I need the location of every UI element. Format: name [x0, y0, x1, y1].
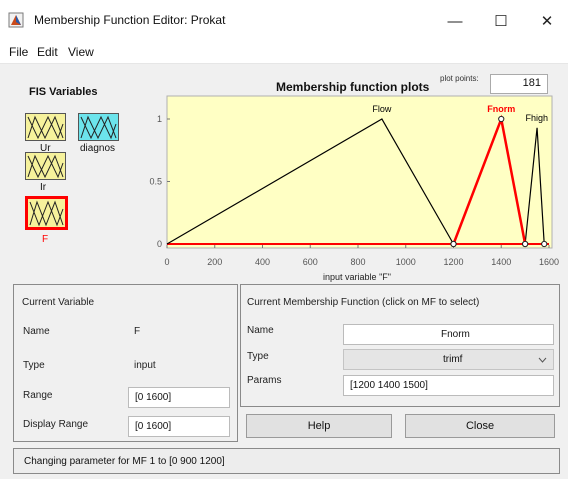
display-range-label: Display Range	[23, 419, 89, 430]
mf-peak-marker	[498, 115, 505, 123]
mf-vertex-marker	[450, 240, 457, 248]
x-tick-label: 1600	[539, 257, 559, 267]
mf-label-fnorm: Fnorm	[487, 104, 515, 114]
x-tick-label: 800	[350, 257, 365, 267]
status-bar: Changing parameter for MF 1 to [0 900 12…	[13, 448, 560, 474]
mf-editor-window: Membership Function Editor: Prokat — ☐ ✕…	[0, 0, 568, 479]
variable-type-value: input	[134, 360, 156, 371]
x-tick-label: 600	[303, 257, 318, 267]
x-tick-label: 1000	[396, 257, 416, 267]
current-variable-header: Current Variable	[22, 297, 95, 308]
y-tick-label: 1	[157, 114, 162, 124]
y-tick-label: 0	[157, 239, 162, 249]
status-text: Changing parameter for MF 1 to [0 900 12…	[24, 456, 225, 467]
mf-label-fhigh: Fhigh	[525, 113, 548, 123]
x-tick-label: 0	[164, 257, 169, 267]
variable-name-label: Name	[23, 326, 50, 337]
plot-area[interactable]	[166, 95, 553, 249]
close-button[interactable]: Close	[405, 414, 555, 438]
params-label: Params	[247, 375, 282, 386]
current-mf-header: Current Membership Function (click on MF…	[247, 297, 480, 308]
x-tick-label: 1400	[491, 257, 511, 267]
membership-function-plot: 0 200 400 600 800 1000 1200 1400 1600 0 0.5 1 Flow F…	[149, 95, 559, 282]
display-range-input[interactable]: [0 1600]	[128, 416, 230, 437]
x-tick-label: 1200	[443, 257, 463, 267]
mf-type-label: Type	[247, 351, 269, 362]
x-axis-label: input variable "F"	[323, 272, 391, 282]
params-input[interactable]: [1200 1400 1500]	[343, 375, 554, 396]
mf-label-flow: Flow	[372, 104, 392, 114]
mf-name-label: Name	[247, 325, 274, 336]
mf-type-select[interactable]: trimf	[343, 349, 554, 370]
mf-vertex-marker	[541, 240, 548, 248]
mf-name-input[interactable]: Fnorm	[343, 324, 554, 345]
y-tick-label: 0.5	[149, 177, 162, 187]
variable-name-value: F	[134, 326, 141, 337]
mf-type-value: trimf	[443, 354, 463, 365]
range-input[interactable]: [0 1600]	[128, 387, 230, 408]
range-label: Range	[23, 390, 53, 401]
help-button[interactable]: Help	[246, 414, 392, 438]
chevron-down-icon	[538, 357, 547, 363]
mf-vertex-marker	[522, 240, 529, 248]
x-tick-label: 200	[207, 257, 222, 267]
variable-type-label: Type	[23, 360, 45, 371]
x-tick-label: 400	[255, 257, 270, 267]
